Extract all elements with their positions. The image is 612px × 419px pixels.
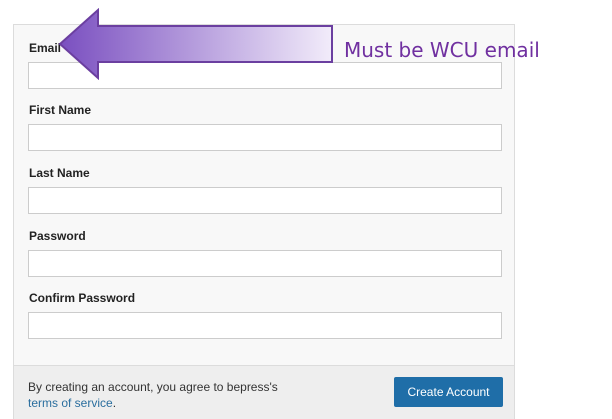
terms-of-service-link[interactable]: terms of service — [28, 396, 113, 410]
create-account-form: Email First Name Last Name Password Conf… — [13, 24, 515, 419]
create-account-button[interactable]: Create Account — [394, 377, 503, 407]
last-name-field[interactable] — [28, 187, 502, 214]
signup-page: Email First Name Last Name Password Conf… — [0, 0, 612, 419]
first-name-field[interactable] — [28, 124, 502, 151]
password-field[interactable] — [28, 250, 502, 277]
last-name-label: Last Name — [29, 166, 90, 180]
password-label: Password — [29, 229, 86, 243]
confirm-password-label: Confirm Password — [29, 291, 136, 305]
first-name-label: First Name — [29, 103, 92, 117]
terms-agreement-text: By creating an account, you agree to bep… — [28, 379, 278, 411]
terms-suffix: . — [112, 396, 117, 410]
agreement-text: By creating an account, you agree to bep… — [28, 380, 278, 394]
email-label: Email — [29, 41, 62, 55]
confirm-password-field[interactable] — [28, 312, 502, 339]
form-footer: By creating an account, you agree to bep… — [14, 365, 514, 419]
left-arrow-icon — [58, 8, 333, 80]
annotation-text: Must be WCU email — [344, 38, 540, 62]
